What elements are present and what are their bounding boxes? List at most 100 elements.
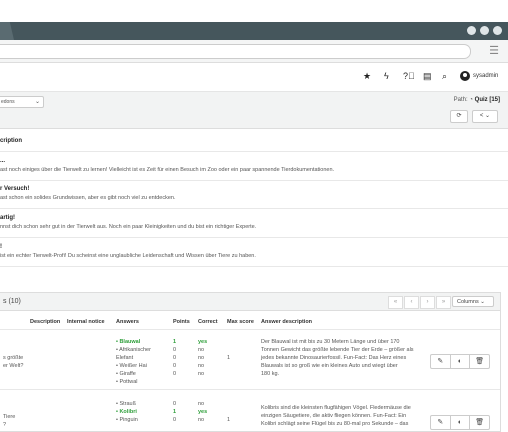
answer-item: • Kolibri	[116, 409, 137, 415]
correct-value: no	[198, 347, 205, 353]
question-text: s größte er Welt?	[3, 355, 24, 369]
quiz-icon: ◔	[469, 97, 473, 103]
points-value: 1	[173, 409, 177, 415]
points-value: 0	[173, 401, 177, 407]
answers-list: • Blauwal • Afrikanischer Elefant • Weiß…	[116, 338, 151, 386]
breadcrumb: Path: ◔ Quiz [15]	[454, 97, 500, 103]
correct-value: yes	[198, 339, 208, 345]
refresh-button[interactable]: ⟳	[450, 110, 468, 123]
feedback-title: !	[0, 244, 2, 250]
last-page-button[interactable]: »	[436, 296, 451, 309]
delete-button[interactable]: 🗑	[470, 416, 489, 429]
column-header[interactable]: Internal notice	[67, 319, 105, 325]
correct-list: yes no no no no	[198, 338, 207, 378]
answer-item: • Weißer Hai	[116, 363, 147, 369]
divider	[0, 389, 500, 390]
prev-page-button[interactable]: ‹	[404, 296, 419, 309]
chevron-down-icon: ⌄	[34, 99, 40, 105]
feedback-text: ast noch einiges über die Tierwelt zu le…	[0, 167, 335, 173]
chevron-down-icon: ⌄	[480, 299, 485, 305]
share-button[interactable]: < ⌄	[472, 110, 498, 123]
correct-value: no	[198, 355, 205, 361]
minimize-window-button[interactable]	[467, 26, 476, 35]
divider	[0, 237, 508, 238]
answer-description: Der Blauwal ist mit bis zu 30 Metern Län…	[261, 339, 414, 377]
questions-panel: s (10) « ‹ › » Columns ⌄ Description Int…	[0, 292, 501, 432]
feedback-text: ist ein echter Tierwelt-Profi! Du schein…	[0, 253, 256, 259]
edit-button[interactable]: ✎	[431, 355, 451, 368]
feedback-text: ast schon ein solides Grundwissen, aber …	[0, 195, 176, 201]
answer-item: • Blauwal	[116, 339, 141, 345]
browser-menu-icon[interactable]: ☰	[489, 46, 499, 57]
feedback-title: r Versuch!	[0, 186, 30, 192]
correct-value: yes	[198, 409, 208, 415]
column-header[interactable]: Description	[30, 319, 60, 325]
addons-select-value: edons	[1, 99, 15, 105]
path-label: Path:	[453, 97, 468, 103]
points-value: 0	[173, 355, 177, 361]
question-text: Tiere ?	[3, 414, 16, 428]
answer-item: • Pottwal	[116, 379, 138, 385]
points-value: 0	[173, 363, 177, 369]
correct-value: no	[198, 401, 205, 407]
help-icon[interactable]: ?⃝	[403, 71, 415, 81]
app-header: ★ ϟ ?⃝ ▤ ⌕ sysadmin	[0, 63, 508, 92]
points-value: 0	[173, 371, 177, 377]
divider	[0, 329, 500, 330]
delete-button[interactable]: 🗑	[470, 355, 489, 368]
column-header[interactable]: Points	[173, 319, 190, 325]
columns-label: Columns	[457, 299, 479, 305]
divider	[0, 151, 508, 152]
panel-header: s (10) « ‹ › » Columns ⌄	[0, 293, 500, 311]
answer-description: Kolibris sind die kleinsten flugfähigen …	[261, 405, 411, 427]
correct-list: no yes no	[198, 400, 207, 424]
columns-button[interactable]: Columns ⌄	[452, 296, 494, 307]
points-value: 0	[173, 417, 177, 423]
feedback-title: artig!	[0, 215, 15, 221]
correct-value: no	[198, 363, 205, 369]
max-score: 1	[227, 417, 231, 423]
username[interactable]: sysadmin	[473, 73, 498, 79]
star-icon[interactable]: ★	[363, 71, 371, 82]
answer-item: • Afrikanischer	[116, 347, 151, 353]
divider	[0, 208, 508, 209]
correct-value: no	[198, 371, 205, 377]
toggle-visibility-button[interactable]: ◐	[451, 355, 471, 368]
column-header[interactable]: Answers	[116, 319, 139, 325]
addons-select[interactable]: edons ⌄	[0, 96, 44, 108]
points-list: 0 1 0	[173, 400, 176, 424]
path-current[interactable]: Quiz [15]	[475, 97, 500, 103]
maximize-window-button[interactable]	[480, 26, 489, 35]
avatar[interactable]	[460, 71, 470, 81]
row-actions: ✎ ◐ 🗑	[430, 354, 490, 369]
notes-icon[interactable]: ▤	[423, 71, 432, 82]
first-page-button[interactable]: «	[388, 296, 403, 309]
divider	[0, 266, 508, 267]
column-header[interactable]: Correct	[198, 319, 218, 325]
answer-item: • Strauß	[116, 401, 136, 407]
divider	[0, 180, 508, 181]
feedback-text: nnst dich schon sehr gut in der Tierwelt…	[0, 224, 257, 230]
next-page-button[interactable]: ›	[420, 296, 435, 309]
column-header[interactable]: Max score	[227, 319, 254, 325]
toggle-visibility-button[interactable]: ◐	[451, 416, 471, 429]
feedback-title: ...	[0, 158, 6, 164]
close-window-button[interactable]	[493, 26, 502, 35]
bolt-icon[interactable]: ϟ	[384, 71, 389, 81]
desktop-background	[0, 0, 508, 22]
points-value: 0	[173, 347, 177, 353]
address-bar[interactable]	[0, 44, 471, 59]
answer-item: Elefant	[116, 355, 134, 361]
edit-button[interactable]: ✎	[431, 416, 451, 429]
window-controls	[467, 26, 502, 35]
answers-list: • Strauß • Kolibri • Pinguin	[116, 400, 138, 424]
column-header[interactable]: Answer description	[261, 319, 312, 325]
toolbar: edons ⌄ Path: ◔ Quiz [15] ⟳ < ⌄	[0, 92, 508, 129]
points-value: 1	[173, 339, 177, 345]
panel-title: s (10)	[3, 298, 21, 305]
answer-item: • Giraffe	[116, 371, 136, 377]
row-actions: ✎ ◐ 🗑	[430, 415, 490, 430]
correct-value: no	[198, 417, 205, 423]
address-bar-row: ☰	[0, 40, 508, 63]
search-icon[interactable]: ⌕	[442, 71, 447, 82]
